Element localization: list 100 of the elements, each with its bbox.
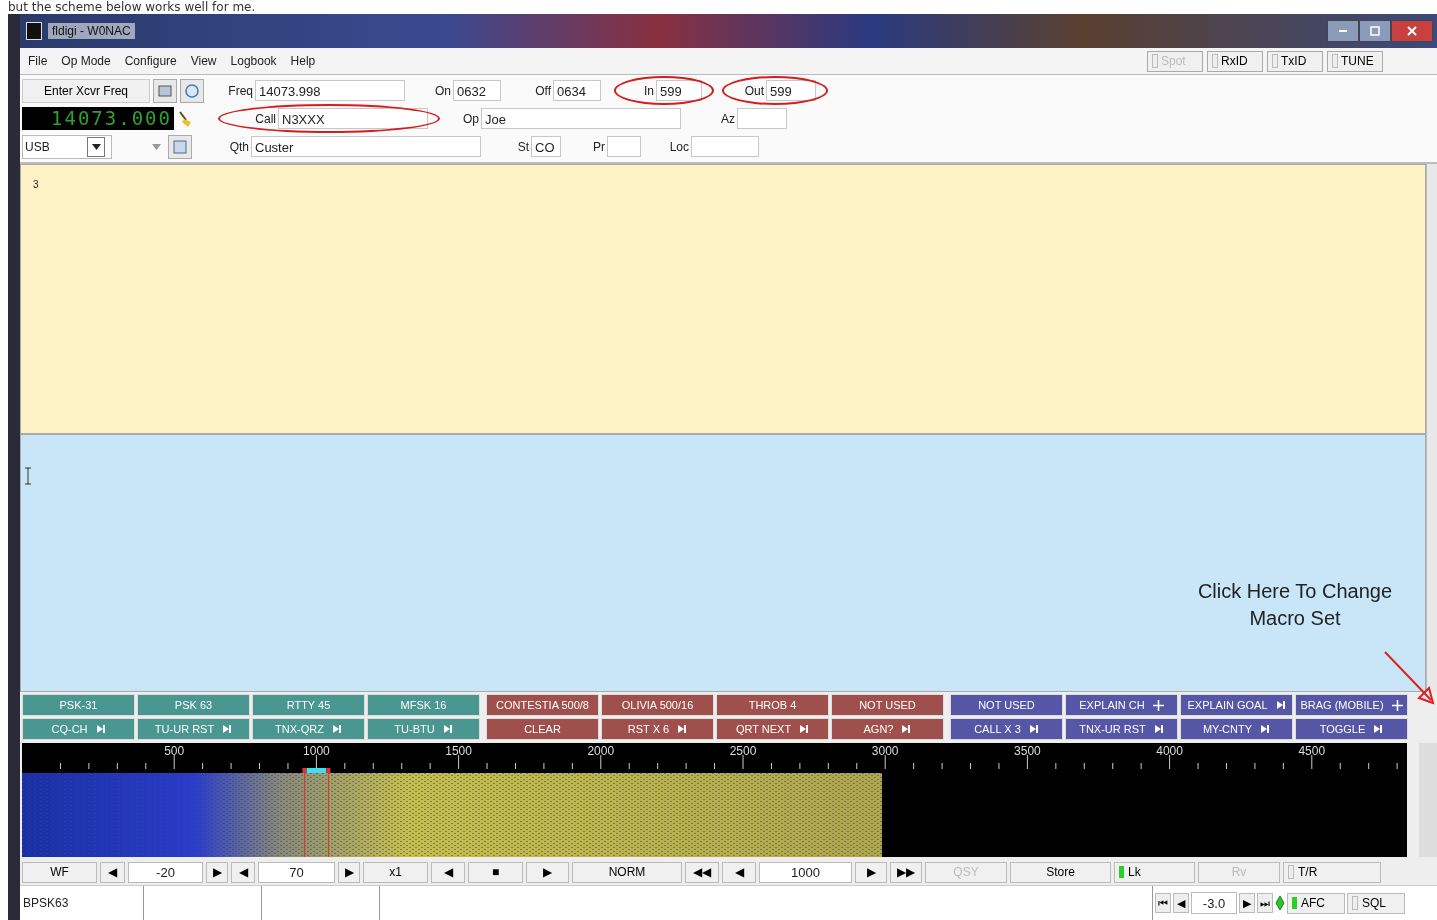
squelch-level-field[interactable]: -3.0 [1191,892,1237,914]
log-input-field[interactable]: CO [531,136,561,157]
field-label: In [643,83,654,98]
squelch-step-button[interactable]: ⏮ [1155,893,1171,913]
skip-icon [1373,724,1384,734]
control-button[interactable]: x1 [363,861,428,883]
dropdown-arrow-icon [152,143,161,150]
annotation-text: Click Here To Change Macro Set [1196,579,1394,631]
log-input-field[interactable]: 14073.998 [255,80,405,101]
macro-button[interactable]: TNX-UR RST [1065,718,1178,740]
field-label: On [434,83,451,98]
macro-button[interactable]: CONTESTIA 500/8 [486,694,599,716]
field-label: Qth [228,139,249,154]
field-label: St [516,139,529,154]
close-button[interactable] [1391,20,1433,42]
field-label: Freq [227,83,253,98]
macro-button[interactable]: THROB 4 [716,694,829,716]
squelch-step-button[interactable]: ⏭ [1257,893,1273,913]
text-cursor-icon [25,467,31,485]
field-label: Call [254,111,276,126]
control-button[interactable]: ▶ [206,861,228,883]
log-input-field[interactable]: Custer [251,136,481,157]
field-label: Out [743,83,764,98]
indicator-button[interactable]: TxID [1267,50,1323,72]
scrollbar[interactable] [1426,434,1437,692]
skip-icon [1260,724,1271,734]
log-input-field[interactable]: 0632 [453,80,501,101]
log-input-field[interactable] [607,136,641,157]
indicator-button[interactable]: RxID [1207,50,1263,72]
maximize-icon [1370,26,1380,36]
log-input-field[interactable]: 0634 [553,80,601,101]
macro-button[interactable]: BRAG (MOBILE) [1295,694,1408,716]
enter-freq-button[interactable]: Enter Xcvr Freq [22,78,150,103]
receive-text-pane[interactable]: 3 [20,164,1426,434]
control-button[interactable]: ▶ [855,861,887,883]
mode-dropdown[interactable]: USB [22,134,112,159]
control-button[interactable]: Store [1010,861,1111,883]
field-label: Off [534,83,551,98]
value-field[interactable]: 70 [258,861,335,883]
macro-button[interactable]: OLIVIA 500/16 [601,694,714,716]
macro-button[interactable]: EXPLAIN GOAL [1180,694,1293,716]
menu-item[interactable]: View [190,54,217,68]
indicator-button[interactable]: TUNE [1327,50,1383,72]
macro-button[interactable]: TOGGLE [1295,718,1408,740]
skip-icon [442,724,453,734]
macro-button[interactable]: NOT USED [831,694,944,716]
squelch-step-button[interactable]: ▶ [1239,893,1255,913]
menu-item[interactable]: File [28,54,48,68]
caption-text: but the scheme below works well for me. [7,0,257,14]
diamond-indicator-icon [1275,895,1285,911]
log-input-field[interactable]: 599 [656,80,702,101]
value-field[interactable]: -20 [128,861,203,883]
minimize-button[interactable] [1327,20,1359,42]
skip-icon [222,724,233,734]
skip-icon [1153,724,1164,734]
log-input-field[interactable]: 599 [766,80,816,101]
refresh-icon[interactable] [180,78,204,103]
log-input-field[interactable] [691,136,759,157]
macro-button[interactable]: RST X 6 [601,718,714,740]
control-button[interactable]: ▶ [526,861,569,883]
maximize-button[interactable] [1359,20,1391,42]
macro-button[interactable]: QRT NEXT [716,718,829,740]
skip-icon [677,724,688,734]
value-field[interactable]: 1000 [759,861,852,883]
check-button[interactable]: T/R [1283,861,1381,883]
macro-button[interactable]: EXPLAIN CH [1065,694,1178,716]
control-button[interactable]: ◀◀ [685,861,719,883]
field-label: Pr [592,139,605,154]
received-text: 3 [33,179,39,190]
control-button[interactable]: ◀ [231,861,255,883]
macro-button[interactable]: CLEAR [486,718,599,740]
macro-button[interactable]: NOT USED [950,694,1063,716]
control-button[interactable]: WF [22,861,97,883]
control-button[interactable]: NORM [572,861,682,883]
rig-icon[interactable] [153,78,177,103]
control-button[interactable]: ▶ [338,861,360,883]
lamp-button[interactable]: Lk [1114,861,1195,883]
control-button[interactable]: ◀ [100,861,125,883]
scrollbar[interactable] [1426,164,1437,434]
mode-status: BPSK63 [20,886,144,920]
control-button[interactable]: ◀ [722,861,756,883]
control-button[interactable]: ▶▶ [890,861,922,883]
afc-button[interactable]: AFC [1287,892,1345,914]
macro-button[interactable]: MY-CNTY [1180,718,1293,740]
log-input-field[interactable] [737,108,787,129]
menu-item[interactable]: Logbook [230,54,277,68]
log-input-field[interactable]: Joe [481,108,681,129]
macro-button[interactable]: CALL X 3 [950,718,1063,740]
menu-item[interactable]: Op Mode [61,54,111,68]
menu-item[interactable]: Help [290,54,316,68]
control-button[interactable]: ◀ [431,861,465,883]
log-input-field[interactable]: N3XXX [278,108,428,129]
field-label: Az [720,111,735,126]
squelch-step-button[interactable]: ◀ [1173,893,1189,913]
waterfall-drawing[interactable] [22,773,1407,857]
macro-button[interactable]: AGN? [831,718,944,740]
menu-item[interactable]: Configure [124,54,177,68]
sql-button[interactable]: SQL [1347,892,1405,914]
control-button[interactable]: ■ [468,861,523,883]
transmit-text-pane[interactable]: Click Here To Change Macro Set [20,434,1426,692]
